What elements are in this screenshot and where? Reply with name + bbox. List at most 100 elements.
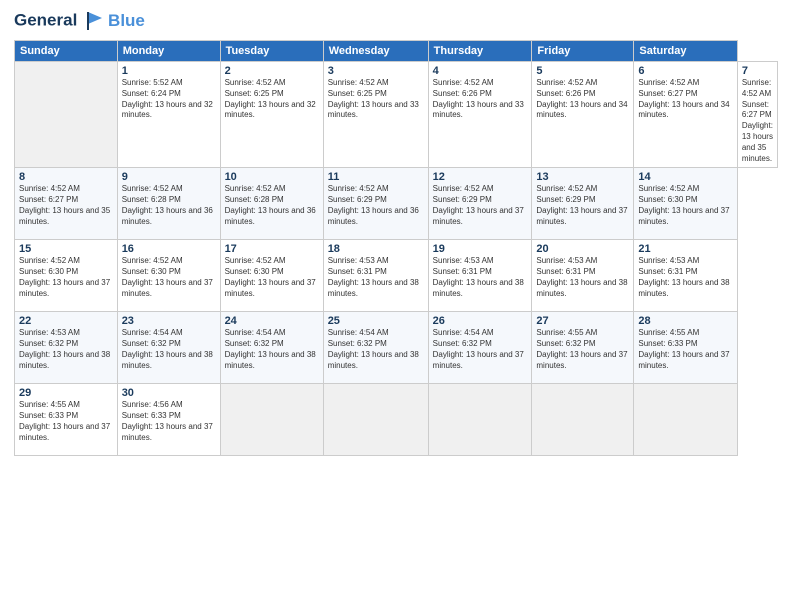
day-info: Sunrise: 4:52 AMSunset: 6:28 PMDaylight:… [225,184,319,227]
day-number: 20 [536,243,629,255]
calendar-cell: 22Sunrise: 4:53 AMSunset: 6:32 PMDayligh… [15,312,118,384]
calendar-cell: 28Sunrise: 4:55 AMSunset: 6:33 PMDayligh… [634,312,737,384]
calendar-cell: 3Sunrise: 4:52 AMSunset: 6:25 PMDaylight… [323,62,428,168]
day-info: Sunrise: 4:52 AMSunset: 6:29 PMDaylight:… [433,184,528,227]
day-number: 29 [19,387,113,399]
day-number: 26 [433,315,528,327]
calendar-cell [634,384,737,456]
calendar-table: SundayMondayTuesdayWednesdayThursdayFrid… [14,40,778,456]
calendar-cell [532,384,634,456]
day-info: Sunrise: 4:56 AMSunset: 6:33 PMDaylight:… [122,400,216,443]
calendar-cell: 1Sunrise: 5:52 AMSunset: 6:24 PMDaylight… [117,62,220,168]
calendar-cell: 2Sunrise: 4:52 AMSunset: 6:25 PMDaylight… [220,62,323,168]
calendar-week-4: 22Sunrise: 4:53 AMSunset: 6:32 PMDayligh… [15,312,778,384]
day-info: Sunrise: 4:54 AMSunset: 6:32 PMDaylight:… [122,328,216,371]
day-info: Sunrise: 4:52 AMSunset: 6:30 PMDaylight:… [19,256,113,299]
day-number: 23 [122,315,216,327]
calendar-cell: 26Sunrise: 4:54 AMSunset: 6:32 PMDayligh… [428,312,532,384]
calendar-cell: 8Sunrise: 4:52 AMSunset: 6:27 PMDaylight… [15,168,118,240]
calendar-cell: 18Sunrise: 4:53 AMSunset: 6:31 PMDayligh… [323,240,428,312]
day-info: Sunrise: 4:52 AMSunset: 6:29 PMDaylight:… [536,184,629,227]
day-number: 21 [638,243,732,255]
day-number: 3 [328,65,424,77]
calendar-cell: 20Sunrise: 4:53 AMSunset: 6:31 PMDayligh… [532,240,634,312]
logo-general: General [14,10,77,29]
calendar-cell: 16Sunrise: 4:52 AMSunset: 6:30 PMDayligh… [117,240,220,312]
calendar-cell: 12Sunrise: 4:52 AMSunset: 6:29 PMDayligh… [428,168,532,240]
column-header-wednesday: Wednesday [323,41,428,62]
day-number: 6 [638,65,732,77]
calendar-week-3: 15Sunrise: 4:52 AMSunset: 6:30 PMDayligh… [15,240,778,312]
day-info: Sunrise: 4:53 AMSunset: 6:32 PMDaylight:… [19,328,113,371]
day-number: 2 [225,65,319,77]
day-number: 1 [122,65,216,77]
calendar-cell [323,384,428,456]
calendar-cell: 21Sunrise: 4:53 AMSunset: 6:31 PMDayligh… [634,240,737,312]
page-header: General Blue [14,10,778,32]
day-number: 22 [19,315,113,327]
column-header-monday: Monday [117,41,220,62]
day-number: 24 [225,315,319,327]
calendar-cell: 6Sunrise: 4:52 AMSunset: 6:27 PMDaylight… [634,62,737,168]
day-info: Sunrise: 4:52 AMSunset: 6:25 PMDaylight:… [328,78,424,121]
day-number: 25 [328,315,424,327]
calendar-cell [220,384,323,456]
day-info: Sunrise: 4:52 AMSunset: 6:30 PMDaylight:… [638,184,732,227]
day-number: 27 [536,315,629,327]
day-info: Sunrise: 4:52 AMSunset: 6:30 PMDaylight:… [122,256,216,299]
day-info: Sunrise: 4:54 AMSunset: 6:32 PMDaylight:… [433,328,528,371]
calendar-cell: 11Sunrise: 4:52 AMSunset: 6:29 PMDayligh… [323,168,428,240]
calendar-cell: 13Sunrise: 4:52 AMSunset: 6:29 PMDayligh… [532,168,634,240]
calendar-cell: 17Sunrise: 4:52 AMSunset: 6:30 PMDayligh… [220,240,323,312]
day-info: Sunrise: 4:52 AMSunset: 6:27 PMDaylight:… [19,184,113,227]
day-number: 28 [638,315,732,327]
calendar-cell: 30Sunrise: 4:56 AMSunset: 6:33 PMDayligh… [117,384,220,456]
calendar-cell: 29Sunrise: 4:55 AMSunset: 6:33 PMDayligh… [15,384,118,456]
day-number: 11 [328,171,424,183]
calendar-cell: 19Sunrise: 4:53 AMSunset: 6:31 PMDayligh… [428,240,532,312]
day-info: Sunrise: 4:54 AMSunset: 6:32 PMDaylight:… [225,328,319,371]
day-info: Sunrise: 4:52 AMSunset: 6:25 PMDaylight:… [225,78,319,121]
day-number: 9 [122,171,216,183]
day-info: Sunrise: 4:54 AMSunset: 6:32 PMDaylight:… [328,328,424,371]
column-header-sunday: Sunday [15,41,118,62]
day-number: 5 [536,65,629,77]
day-number: 13 [536,171,629,183]
calendar-cell [428,384,532,456]
day-number: 30 [122,387,216,399]
day-info: Sunrise: 4:53 AMSunset: 6:31 PMDaylight:… [638,256,732,299]
column-header-saturday: Saturday [634,41,737,62]
day-number: 16 [122,243,216,255]
calendar-cell: 14Sunrise: 4:52 AMSunset: 6:30 PMDayligh… [634,168,737,240]
day-number: 18 [328,243,424,255]
calendar-week-5: 29Sunrise: 4:55 AMSunset: 6:33 PMDayligh… [15,384,778,456]
empty-cell [15,62,118,168]
day-number: 17 [225,243,319,255]
day-number: 4 [433,65,528,77]
day-number: 10 [225,171,319,183]
calendar-body: 1Sunrise: 5:52 AMSunset: 6:24 PMDaylight… [15,62,778,456]
day-number: 12 [433,171,528,183]
day-number: 19 [433,243,528,255]
day-info: Sunrise: 4:52 AMSunset: 6:27 PMDaylight:… [742,78,773,164]
day-number: 7 [742,65,773,77]
day-number: 15 [19,243,113,255]
column-header-tuesday: Tuesday [220,41,323,62]
day-info: Sunrise: 4:55 AMSunset: 6:32 PMDaylight:… [536,328,629,371]
day-info: Sunrise: 4:52 AMSunset: 6:26 PMDaylight:… [433,78,528,121]
day-info: Sunrise: 4:55 AMSunset: 6:33 PMDaylight:… [638,328,732,371]
calendar-cell: 10Sunrise: 4:52 AMSunset: 6:28 PMDayligh… [220,168,323,240]
calendar-header-row: SundayMondayTuesdayWednesdayThursdayFrid… [15,41,778,62]
logo-blue: Blue [108,11,145,30]
day-number: 14 [638,171,732,183]
column-header-thursday: Thursday [428,41,532,62]
day-info: Sunrise: 4:53 AMSunset: 6:31 PMDaylight:… [328,256,424,299]
day-info: Sunrise: 4:55 AMSunset: 6:33 PMDaylight:… [19,400,113,443]
calendar-cell: 15Sunrise: 4:52 AMSunset: 6:30 PMDayligh… [15,240,118,312]
calendar-cell: 9Sunrise: 4:52 AMSunset: 6:28 PMDaylight… [117,168,220,240]
calendar-cell: 23Sunrise: 4:54 AMSunset: 6:32 PMDayligh… [117,312,220,384]
calendar-cell: 7Sunrise: 4:52 AMSunset: 6:27 PMDaylight… [737,62,777,168]
day-info: Sunrise: 4:52 AMSunset: 6:28 PMDaylight:… [122,184,216,227]
day-info: Sunrise: 5:52 AMSunset: 6:24 PMDaylight:… [122,78,216,121]
day-info: Sunrise: 4:52 AMSunset: 6:27 PMDaylight:… [638,78,732,121]
